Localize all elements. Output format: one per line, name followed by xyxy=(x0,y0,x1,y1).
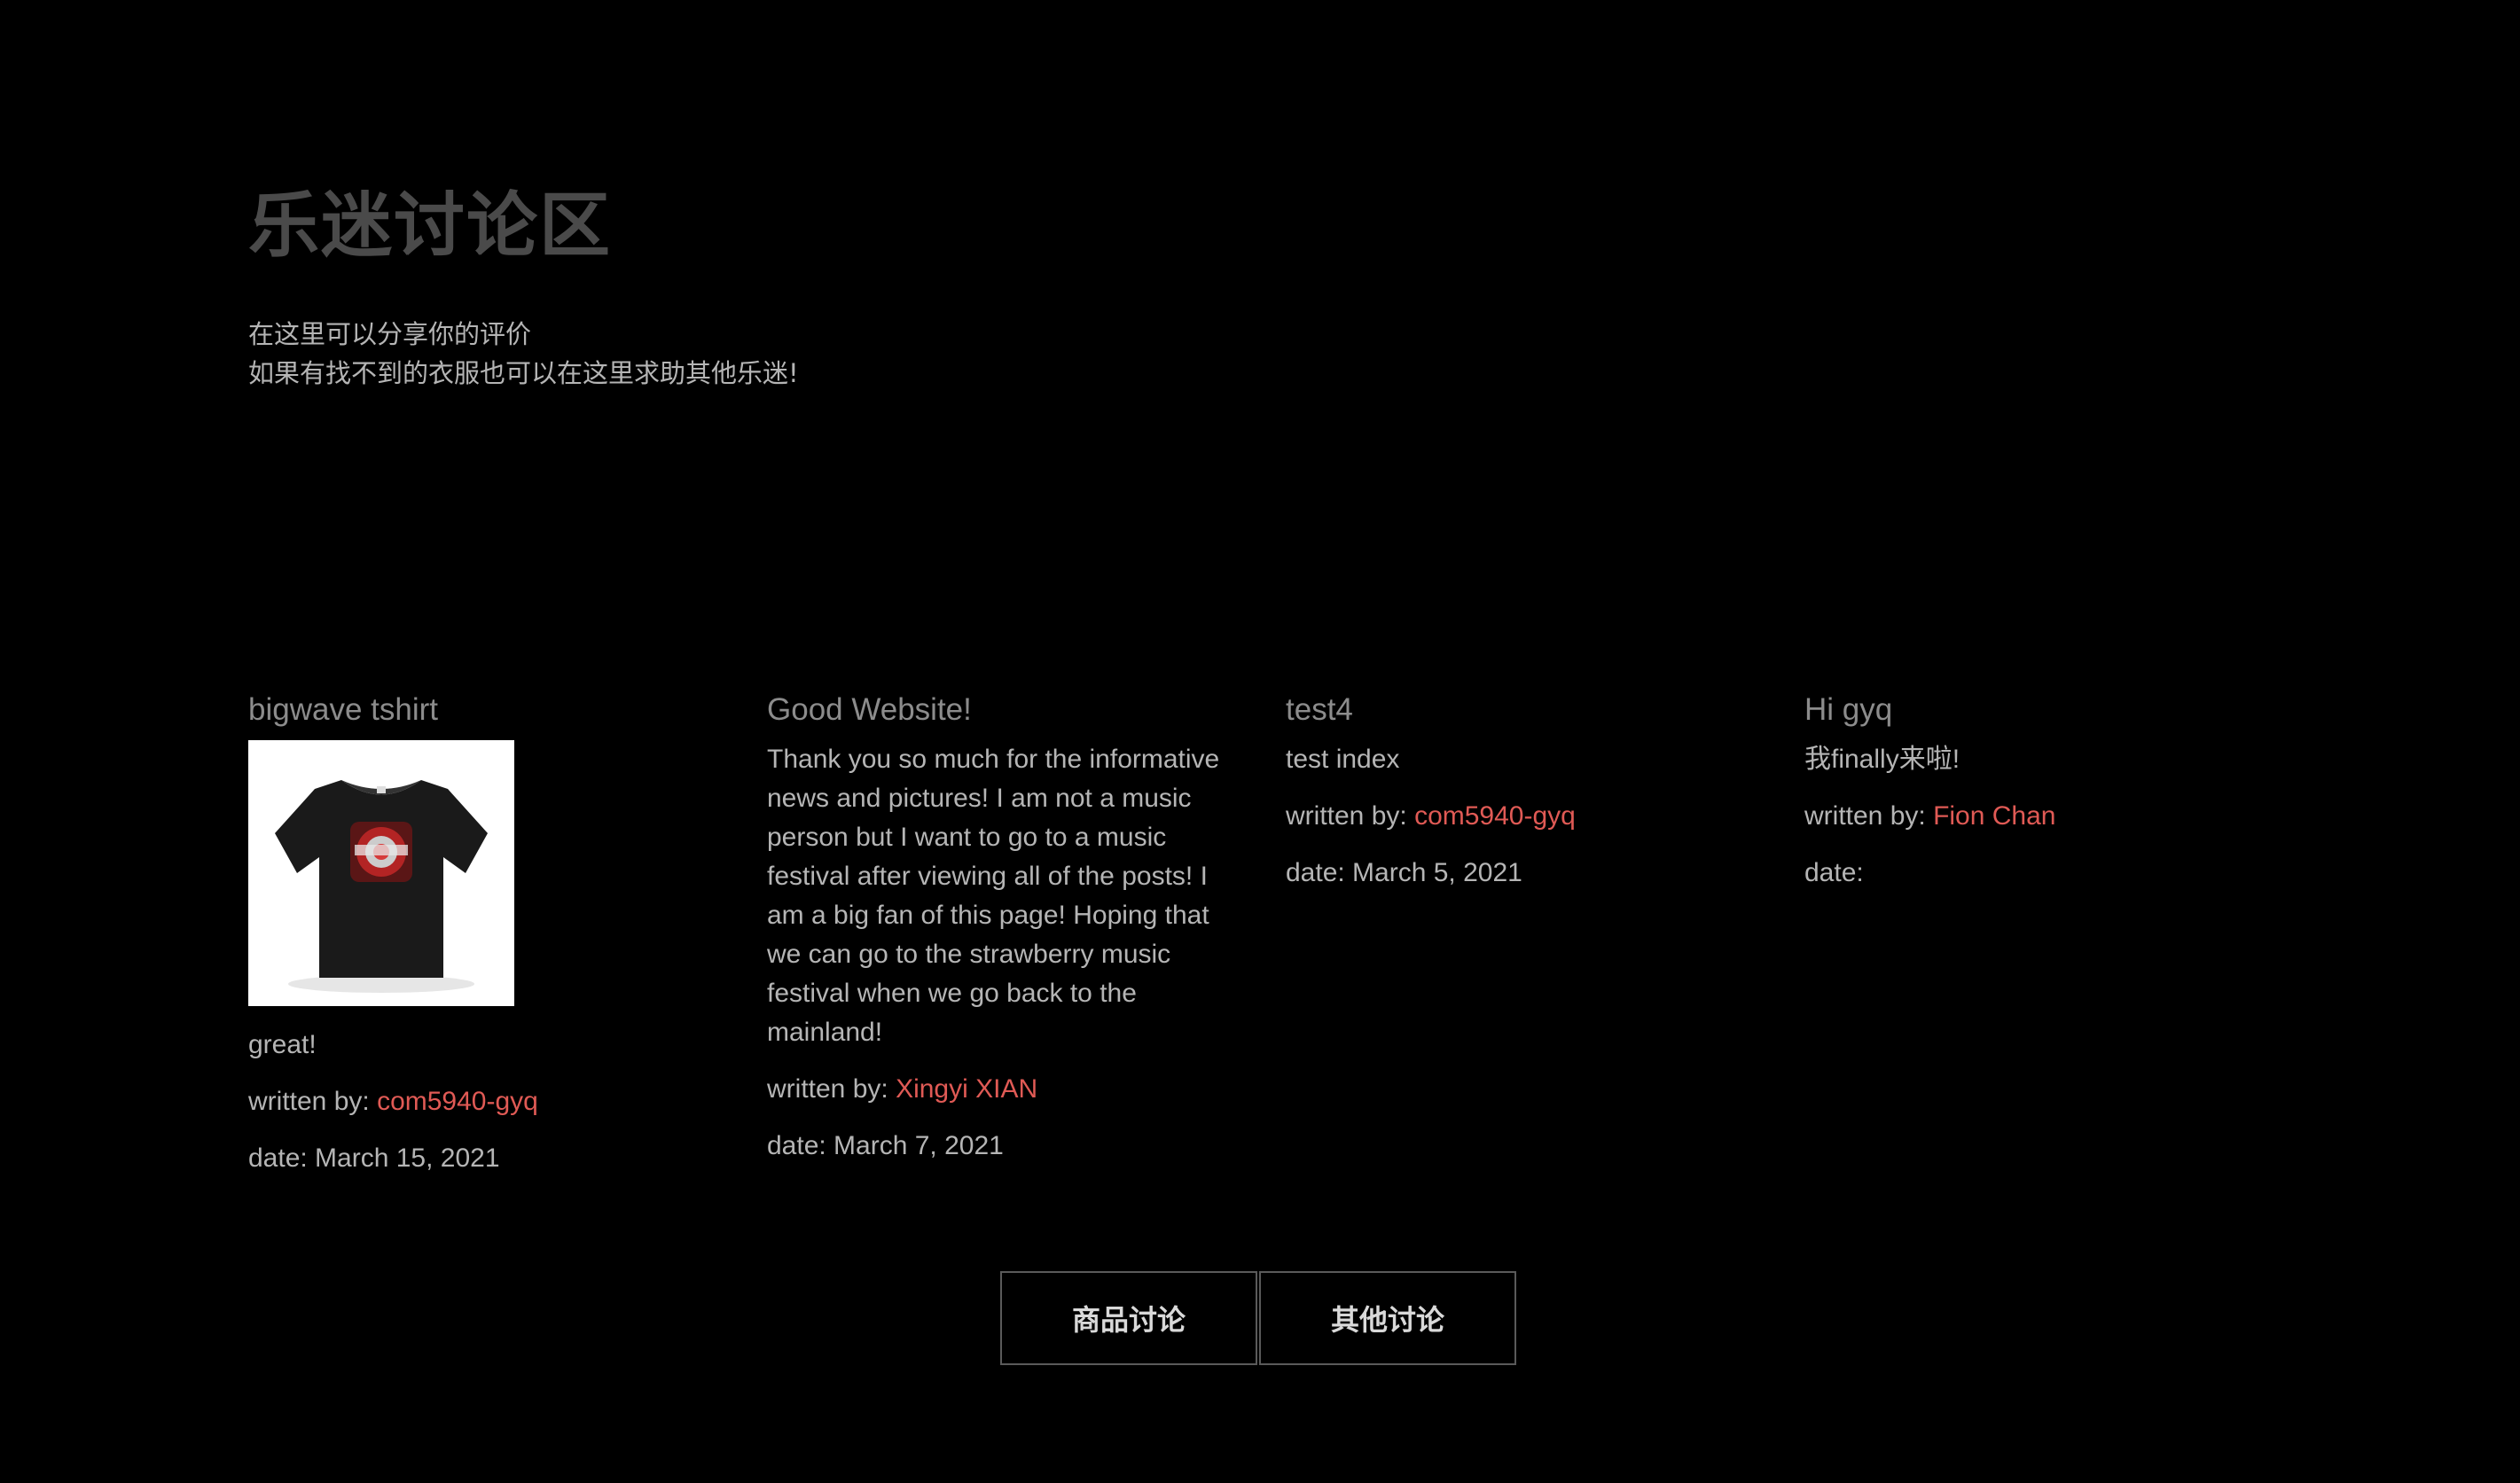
post-title[interactable]: bigwave tshirt xyxy=(248,687,709,733)
post-date: date: xyxy=(1804,858,1864,887)
post-author: written by: com5940-gyq xyxy=(248,1082,709,1121)
written-by-label: written by: xyxy=(767,1074,896,1104)
written-by-label: written by: xyxy=(1286,801,1415,831)
author-link[interactable]: com5940-gyq xyxy=(377,1087,538,1116)
page-title: 乐迷讨论区 xyxy=(248,184,612,267)
post-title[interactable]: Good Website! xyxy=(767,687,1228,733)
post-card: Good Website! Thank you so much for the … xyxy=(767,687,1228,1183)
post-date: date: March 15, 2021 xyxy=(248,1143,500,1173)
written-by-label: written by: xyxy=(248,1087,378,1116)
tshirt-icon xyxy=(248,740,514,1006)
page-description: 在这里可以分享你的评价 如果有找不到的衣服也可以在这里求助其他乐迷! xyxy=(248,315,799,393)
post-body: great! xyxy=(248,1030,317,1059)
discussion-category-nav: 商品讨论 其他讨论 xyxy=(1000,1271,1516,1365)
post-card: bigwave tshirt great! written by: com594… xyxy=(248,687,709,1196)
author-link[interactable]: com5940-gyq xyxy=(1414,801,1576,831)
tshirt-image xyxy=(248,740,514,1006)
other-discussion-button[interactable]: 其他讨论 xyxy=(1259,1271,1516,1365)
post-author: written by: Fion Chan xyxy=(1804,797,2266,836)
post-author: written by: com5940-gyq xyxy=(1286,797,1747,836)
description-line-2: 如果有找不到的衣服也可以在这里求助其他乐迷! xyxy=(248,358,799,388)
post-date: date: March 7, 2021 xyxy=(767,1131,1004,1160)
post-card: Hi gyq 我finally来啦! written by: Fion Chan… xyxy=(1804,687,2266,910)
author-link[interactable]: Xingyi XIAN xyxy=(896,1074,1037,1104)
post-body: test index xyxy=(1286,745,1400,774)
product-discussion-button[interactable]: 商品讨论 xyxy=(1000,1271,1257,1365)
written-by-label: written by: xyxy=(1804,801,1934,831)
post-date: date: March 5, 2021 xyxy=(1286,858,1522,887)
post-title[interactable]: test4 xyxy=(1286,687,1747,733)
post-card: test4 test index written by: com5940-gyq… xyxy=(1286,687,1747,910)
post-author: written by: Xingyi XIAN xyxy=(767,1070,1228,1109)
post-body: Thank you so much for the informative ne… xyxy=(767,745,1220,1047)
description-line-1: 在这里可以分享你的评价 xyxy=(248,319,532,349)
post-body: 我finally来啦! xyxy=(1804,745,1960,774)
post-title[interactable]: Hi gyq xyxy=(1804,687,2266,733)
hero-section: 乐迷讨论区 在这里可以分享你的评价 如果有找不到的衣服也可以在这里求助其他乐迷! xyxy=(248,173,799,393)
author-link[interactable]: Fion Chan xyxy=(1933,801,2055,831)
